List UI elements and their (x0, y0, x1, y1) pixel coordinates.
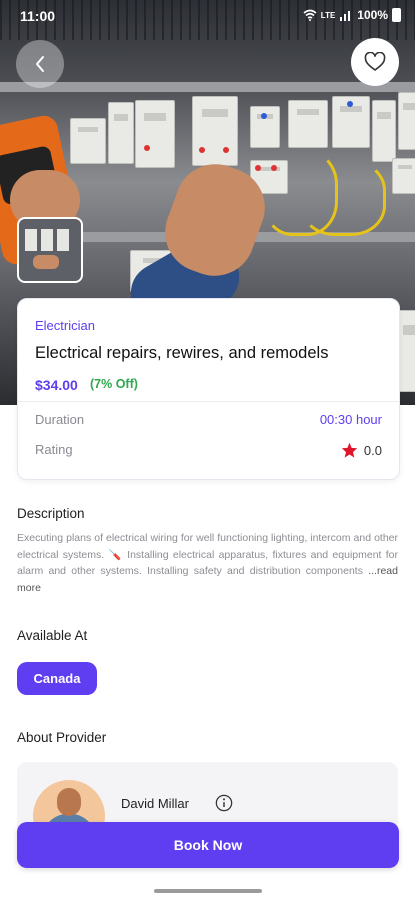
description-heading: Description (17, 506, 85, 521)
service-discount: (7% Off) (90, 377, 138, 391)
hero-rail (0, 82, 415, 92)
hero-breaker (392, 158, 415, 194)
hero-breaker (398, 310, 415, 392)
duration-label: Duration (35, 412, 85, 427)
gallery-thumbnail[interactable] (17, 217, 83, 283)
service-price: $34.00 (35, 377, 78, 393)
hero-breaker (250, 106, 280, 148)
provider-heading: About Provider (17, 730, 107, 745)
signal-icon (340, 11, 351, 21)
rating-value: 0.0 (363, 442, 382, 458)
hero-breaker (70, 118, 106, 164)
thumb-breaker (25, 229, 37, 251)
hero-wire (300, 160, 386, 236)
card-divider (18, 401, 399, 402)
available-heading: Available At (17, 628, 88, 643)
hero-breaker (192, 96, 238, 166)
battery-label: 100% (357, 8, 388, 22)
description-text: Executing plans of electrical wiring for… (17, 530, 398, 596)
rating-display: 0.0 (341, 442, 382, 458)
back-arrow-icon (36, 56, 44, 72)
description-body: Executing plans of electrical wiring for… (17, 532, 398, 577)
duration-value: 00:30 hour (319, 412, 382, 427)
avatar-head (57, 788, 81, 816)
hero-breaker (332, 96, 370, 148)
service-category: Electrician (35, 318, 95, 333)
service-info-card: Electrician Electrical repairs, rewires,… (17, 298, 400, 480)
provider-name: David Millar (121, 796, 189, 811)
thumb-breaker (57, 229, 69, 251)
info-icon[interactable] (215, 794, 233, 812)
status-bar: 11:00 LTE 100% (0, 0, 415, 32)
status-icons: LTE 100% (303, 8, 401, 22)
book-now-button[interactable]: Book Now (17, 822, 399, 868)
hero-breaker (372, 100, 396, 162)
location-chip[interactable]: Canada (17, 662, 97, 695)
thumb-breaker (41, 229, 53, 251)
favorite-button[interactable] (351, 38, 399, 86)
status-time: 11:00 (20, 8, 56, 24)
back-button[interactable] (16, 40, 64, 88)
hero-breaker (135, 100, 175, 168)
wifi-icon (303, 9, 317, 21)
rating-label: Rating (35, 442, 73, 457)
network-label: LTE (320, 10, 336, 20)
thumb-hand (33, 255, 59, 269)
star-icon (341, 442, 358, 458)
heart-icon (364, 52, 386, 71)
battery-icon (392, 8, 401, 22)
hero-breaker (288, 100, 328, 148)
service-title: Electrical repairs, rewires, and remodel… (35, 344, 329, 362)
hero-breaker (108, 102, 134, 164)
hero-breaker (398, 92, 415, 150)
home-indicator (154, 889, 262, 893)
